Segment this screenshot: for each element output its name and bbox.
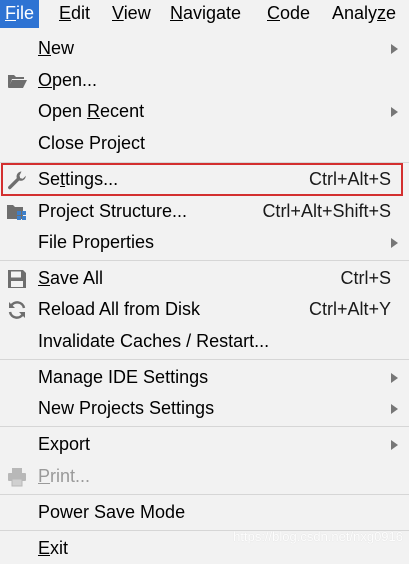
menu-item-settings-shortcut: Ctrl+Alt+S <box>308 169 391 189</box>
menu-item-invalidate-caches[interactable]: Invalidate Caches / Restart... <box>0 326 409 357</box>
menu-item-open-recent[interactable]: Open Recent <box>0 96 409 127</box>
menu-item-manage-ide-settings-label: Manage IDE Settings <box>38 367 209 387</box>
menu-item-power-save-mode-label: Power Save Mode <box>38 502 186 522</box>
folder-open-icon <box>6 70 28 92</box>
menu-item-close-project-label: Close Project <box>38 133 146 153</box>
menu-view[interactable]: View <box>107 0 156 28</box>
menu-separator <box>0 359 409 360</box>
menu-item-new-projects-settings-label: New Projects Settings <box>38 398 215 418</box>
menu-analyze-label-pre: Analy <box>332 3 378 23</box>
menu-item-open-label: Open... <box>38 70 98 90</box>
menu-separator <box>0 426 409 427</box>
project-structure-icon <box>6 201 28 223</box>
reload-icon <box>6 299 28 321</box>
printer-icon <box>6 466 28 488</box>
menu-item-new-projects-settings[interactable]: New Projects Settings <box>0 393 409 424</box>
menu-edit[interactable]: Edit <box>54 0 95 28</box>
menu-item-save-all-label: Save All <box>38 268 104 288</box>
menu-analyze[interactable]: Analyze <box>327 0 401 28</box>
submenu-arrow-icon <box>391 44 398 54</box>
menu-item-project-structure-shortcut: Ctrl+Alt+Shift+S <box>262 201 391 221</box>
menu-file-mnemonic: F <box>5 3 16 23</box>
menu-file-label: ile <box>16 3 35 23</box>
menu-navigate[interactable]: Navigate <box>165 0 246 28</box>
menu-edit-mnemonic: E <box>59 3 72 23</box>
menu-item-open-recent-label: Open Recent <box>38 101 145 121</box>
save-icon <box>6 268 28 290</box>
file-menu-dropdown: New Open... Open Recent Close Project Se… <box>0 28 409 558</box>
menu-item-settings[interactable]: Settings... Ctrl+Alt+S <box>0 164 409 195</box>
submenu-arrow-icon <box>391 238 398 248</box>
menu-navigate-label: avigate <box>183 3 242 23</box>
menu-item-reload-all-label: Reload All from Disk <box>38 299 201 319</box>
menu-item-power-save-mode[interactable]: Power Save Mode <box>0 497 409 528</box>
menu-item-save-all[interactable]: Save All Ctrl+S <box>0 263 409 294</box>
menu-bar: File Edit View Navigate Code Analyze <box>0 0 409 28</box>
menu-file[interactable]: File <box>0 0 40 28</box>
menu-item-settings-label: Settings... <box>38 169 119 189</box>
menu-item-invalidate-caches-label: Invalidate Caches / Restart... <box>38 331 270 351</box>
menu-item-project-structure-label: Project Structure... <box>38 201 188 221</box>
menu-item-export[interactable]: Export <box>0 429 409 460</box>
menu-item-exit-label: Exit <box>38 538 69 558</box>
wrench-icon <box>6 169 28 191</box>
menu-view-label: iew <box>123 3 151 23</box>
submenu-arrow-icon <box>391 440 398 450</box>
menu-item-new[interactable]: New <box>0 33 409 64</box>
menu-edit-label: dit <box>71 3 91 23</box>
menu-item-file-properties[interactable]: File Properties <box>0 227 409 258</box>
menu-item-reload-all[interactable]: Reload All from Disk Ctrl+Alt+Y <box>0 294 409 325</box>
menu-separator <box>0 162 409 163</box>
menu-separator <box>0 260 409 261</box>
menu-item-manage-ide-settings[interactable]: Manage IDE Settings <box>0 362 409 393</box>
menu-item-print-label: Print... <box>38 466 91 486</box>
menu-item-project-structure[interactable]: Project Structure... Ctrl+Alt+Shift+S <box>0 196 409 227</box>
menu-item-save-all-shortcut: Ctrl+S <box>340 268 391 288</box>
menu-item-export-label: Export <box>38 434 91 454</box>
menu-item-print: Print... <box>0 461 409 492</box>
menu-view-mnemonic: V <box>112 3 124 23</box>
submenu-arrow-icon <box>391 404 398 414</box>
menu-code[interactable]: Code <box>262 0 315 28</box>
watermark: https://blog.csdn.net/nxg0916 <box>233 529 403 544</box>
submenu-arrow-icon <box>391 107 398 117</box>
submenu-arrow-icon <box>391 373 398 383</box>
menu-code-label: ode <box>280 3 311 23</box>
menu-analyze-label: e <box>386 3 397 23</box>
menu-item-reload-all-shortcut: Ctrl+Alt+Y <box>308 299 391 319</box>
menu-item-file-properties-label: File Properties <box>38 232 155 252</box>
menu-item-open[interactable]: Open... <box>0 65 409 96</box>
menu-code-mnemonic: C <box>267 3 280 23</box>
menu-separator <box>0 494 409 495</box>
menu-item-new-label: New <box>38 38 75 58</box>
menu-navigate-mnemonic: N <box>170 3 183 23</box>
menu-item-close-project[interactable]: Close Project <box>0 128 409 159</box>
menu-analyze-mnemonic: z <box>377 3 387 23</box>
